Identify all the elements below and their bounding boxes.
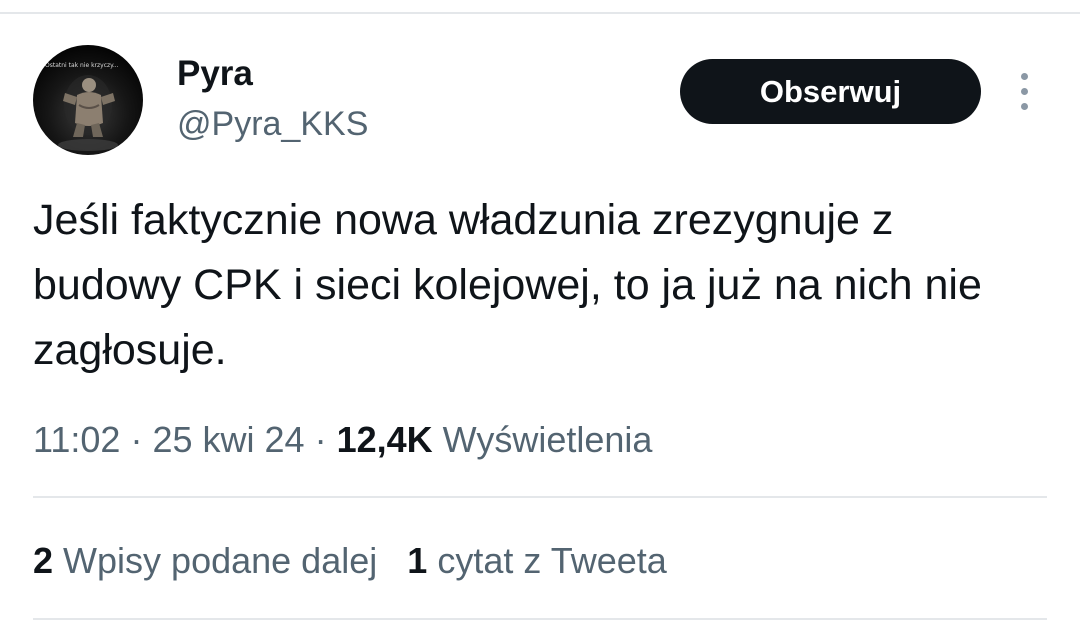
meta-separator: ·: [130, 419, 143, 460]
vertical-ellipsis-icon-dot-top: [1021, 73, 1028, 80]
top-divider: [0, 12, 1080, 14]
views-label: Wyświetlenia: [442, 419, 653, 460]
tweet-text: Jeśli faktycznie nowa władzunia zrezygnu…: [33, 196, 982, 374]
quotes-count: 1: [407, 540, 428, 581]
quotes-label: cytat z Tweeta: [437, 540, 667, 581]
vertical-ellipsis-icon-dot-middle: [1021, 88, 1028, 95]
views-count: 12,4K: [336, 419, 433, 460]
retweets-link[interactable]: 2 Wpisy podane dalej: [33, 540, 377, 581]
avatar[interactable]: Ostatni tak nie krzyczy...: [33, 45, 143, 155]
tweet-time[interactable]: 11:02: [33, 419, 120, 460]
quotes-link[interactable]: 1 cytat z Tweeta: [407, 540, 667, 581]
author-display-name[interactable]: Pyra: [177, 54, 253, 94]
follow-button[interactable]: Obserwuj: [680, 59, 981, 124]
vertical-ellipsis-icon-dot-bottom: [1021, 103, 1028, 110]
avatar-caption: Ostatni tak nie krzyczy...: [45, 62, 119, 69]
retweets-count: 2: [33, 540, 54, 581]
bottom-divider: [33, 618, 1047, 620]
meta-separator: ·: [314, 419, 327, 460]
more-options-button[interactable]: [1008, 70, 1042, 114]
retweets-label: Wpisy podane dalej: [63, 540, 378, 581]
tweet-stats: 2 Wpisy podane dalej 1 cytat z Tweeta: [33, 539, 667, 583]
stats-divider: [33, 496, 1047, 498]
follow-button-label: Obserwuj: [759, 73, 902, 109]
tweet-meta: 11:02 · 25 kwi 24 · 12,4K Wyświetlenia: [33, 418, 652, 462]
author-handle[interactable]: @Pyra_KKS: [177, 104, 368, 144]
tweet-date[interactable]: 25 kwi 24: [152, 419, 304, 460]
